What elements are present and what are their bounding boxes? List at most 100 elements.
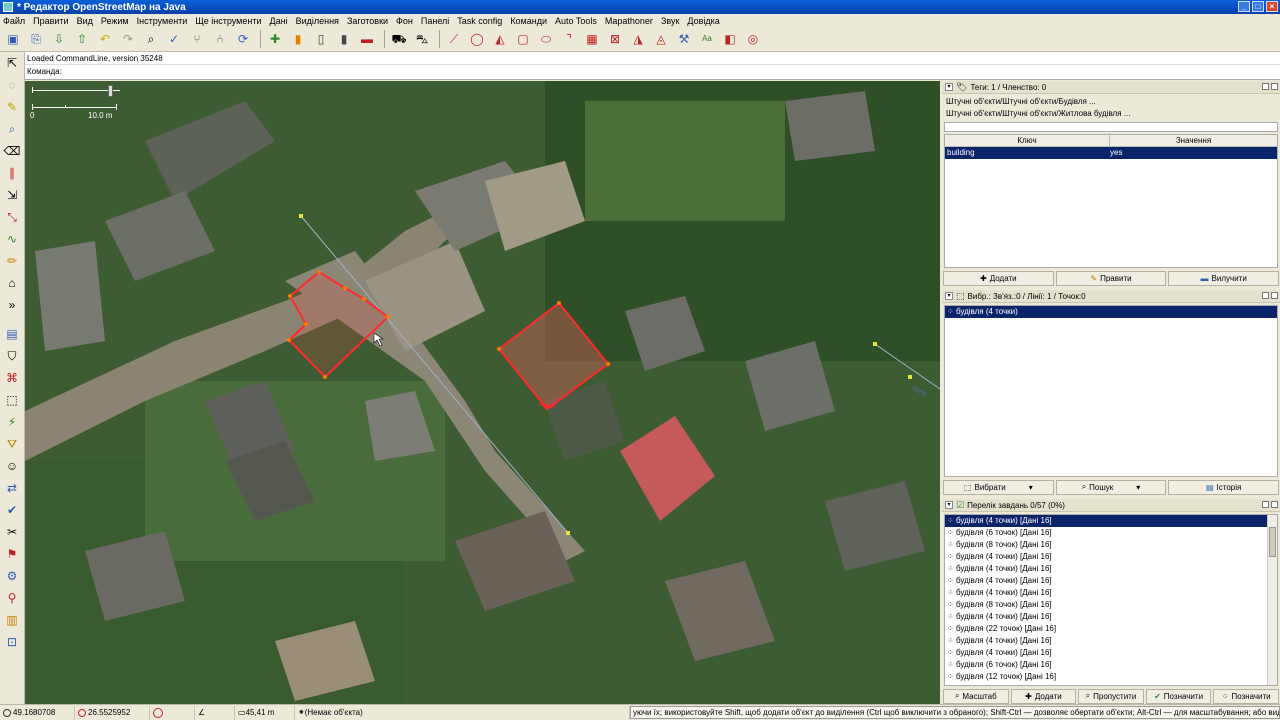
todo-scrollbar[interactable] (1267, 515, 1277, 685)
open-file-icon[interactable]: ⎘ (26, 29, 46, 49)
minimap-icon[interactable]: ⊡ (2, 632, 22, 652)
list-item[interactable]: ⁘ будівля (12 точок) [Дані 16] (945, 671, 1277, 683)
add-tag-button[interactable]: ✚ Додати (943, 270, 1054, 286)
corner-icon[interactable]: ⌝ (559, 29, 579, 49)
menu-selection[interactable]: Виділення (296, 16, 339, 26)
menu-more-tools[interactable]: Ще інструменти (195, 16, 261, 26)
maximize-button[interactable]: □ (1252, 1, 1264, 12)
minimize-button[interactable]: _ (1238, 1, 1250, 12)
select-button[interactable]: ⬚ Вибрати ▾ (943, 479, 1054, 495)
zoom-button[interactable]: ⌕ Масштаб (943, 688, 1009, 704)
extrude-tool-icon[interactable]: ⇲ (2, 185, 22, 205)
menu-mapathoner[interactable]: Mapathoner (605, 16, 653, 26)
menu-help[interactable]: Довідка (687, 16, 719, 26)
close-panel-icon[interactable] (1271, 501, 1278, 508)
list-item[interactable]: ⁘ будівля (4 точки) [Дані 16] (945, 587, 1277, 599)
author-panel-icon[interactable]: ☺ (2, 456, 22, 476)
pencil-tool-icon[interactable]: ✏ (2, 251, 22, 271)
search-button[interactable]: ⌕ Пошук ▾ (1055, 479, 1167, 495)
preset-link[interactable]: Штучні об'єкти/Штучні об'єкти/Будівля ..… (944, 96, 1278, 108)
menu-file[interactable]: Файл (3, 16, 25, 26)
tag-filter-input[interactable] (944, 122, 1278, 132)
download-icon[interactable]: ⇩ (49, 29, 69, 49)
menu-commands[interactable]: Команди (510, 16, 547, 26)
relation-panel-icon[interactable]: ⌘ (2, 368, 22, 388)
tag-table[interactable]: Ключ Значення building yes (944, 134, 1278, 268)
list-item[interactable]: ⁘ будівля (4 точки) [Дані 16] (945, 515, 1277, 527)
select-tool-icon[interactable]: ⇱ (2, 53, 22, 73)
mirror-icon[interactable]: ◮ (628, 29, 648, 49)
collapse-toggle[interactable]: ▾ (945, 501, 953, 509)
collapse-toggle[interactable]: ▾ (945, 83, 953, 91)
pin-icon[interactable] (1262, 83, 1269, 90)
delete-tool-icon[interactable]: ⌫ (2, 141, 22, 161)
split-object-icon[interactable]: ◧ (720, 29, 740, 49)
list-item[interactable]: ⁘ будівля (8 точок) [Дані 16] (945, 599, 1277, 611)
notes-panel-icon[interactable]: ✂ (2, 522, 22, 542)
selection-list[interactable]: ⁘ будівля (4 точки) (944, 305, 1278, 477)
combine-way-icon[interactable]: ⑃ (210, 29, 230, 49)
mark-button[interactable]: ✔ Позначити (1145, 688, 1212, 704)
building-tool-icon[interactable]: ⌂ (2, 273, 22, 293)
redo-icon[interactable]: ↷ (118, 29, 138, 49)
command-input[interactable]: Команда: (25, 65, 1280, 78)
menu-task-config[interactable]: Task config (457, 16, 502, 26)
list-item[interactable]: ⁘ будівля (8 точок) [Дані 16] (945, 539, 1277, 551)
list-item[interactable]: ⁘ будівля (4 точки) (945, 306, 1277, 318)
list-item[interactable]: ⁘ будівля (22 точок) [Дані 16] (945, 623, 1277, 635)
barrier-icon[interactable]: ▬ (357, 29, 377, 49)
selection-panel-icon[interactable]: ⬚ (2, 390, 22, 410)
menu-view[interactable]: Вид (77, 16, 93, 26)
layers-panel-icon[interactable]: ▤ (2, 324, 22, 344)
more-tools-icon[interactable]: » (2, 295, 22, 315)
map-pin-icon[interactable]: ⚲ (2, 588, 22, 608)
list-item[interactable]: ⁘ будівля (4 точки) [Дані 16] (945, 647, 1277, 659)
menu-tools[interactable]: Інструменти (137, 16, 188, 26)
zoom-tool-icon[interactable]: ⌕ (2, 119, 22, 139)
preset-link[interactable]: Штучні об'єкти/Штучні об'єкти/Житлова бу… (944, 108, 1278, 120)
add-node-icon[interactable]: ✚ (265, 29, 285, 49)
lasso-icon[interactable]: ◌ (2, 75, 22, 95)
align-icon[interactable]: ◭ (490, 29, 510, 49)
curve-tool-icon[interactable]: ∿ (2, 229, 22, 249)
cross-box-icon[interactable]: ⊠ (605, 29, 625, 49)
orthogonal-icon[interactable]: ▢ (513, 29, 533, 49)
tag-key[interactable]: building (945, 147, 1110, 159)
conflict-panel-icon[interactable]: ⚡ (2, 412, 22, 432)
bus-icon[interactable]: ⛍ (412, 29, 432, 49)
pin-icon[interactable] (1262, 501, 1269, 508)
close-button[interactable]: × (1266, 1, 1278, 12)
menu-mode[interactable]: Режим (101, 16, 129, 26)
column-key[interactable]: Ключ (945, 135, 1110, 146)
changeset-panel-icon[interactable]: ⇄ (2, 478, 22, 498)
filter-panel-icon[interactable]: ⛛ (2, 434, 22, 454)
list-item[interactable]: ⁘ будівля (6 точок) [Дані 16] (945, 659, 1277, 671)
commands-panel-icon[interactable]: ⚙ (2, 566, 22, 586)
search-icon[interactable]: ⌕ (141, 29, 161, 49)
column-value[interactable]: Значення (1110, 135, 1277, 146)
validation-panel-icon[interactable]: ✔ (2, 500, 22, 520)
street-lamp-icon[interactable]: ▯ (311, 29, 331, 49)
mark-more-button[interactable]: ⁘ Позначити (1213, 688, 1279, 704)
transliterate-icon[interactable]: Aa (697, 29, 717, 49)
new-layer-icon[interactable]: ▣ (3, 29, 23, 49)
undo-icon[interactable]: ↶ (95, 29, 115, 49)
list-item[interactable]: ⁘ будівля (4 точки) [Дані 16] (945, 551, 1277, 563)
draw-tool-icon[interactable]: ✎ (2, 97, 22, 117)
todo-list[interactable]: ⁘ будівля (4 точки) [Дані 16] ⁘ будівля … (944, 514, 1278, 686)
upload-icon[interactable]: ⇧ (72, 29, 92, 49)
add-todo-button[interactable]: ✚ Додати (1010, 688, 1077, 704)
terrace-icon[interactable]: ◬ (651, 29, 671, 49)
traffic-light-icon[interactable]: ▮ (288, 29, 308, 49)
map-view[interactable]: поля 0 10.0 m (25, 81, 940, 704)
validate-icon[interactable]: ✓ (164, 29, 184, 49)
edit-tag-button[interactable]: ✎ Правити (1055, 270, 1167, 286)
zoom-slider-handle[interactable] (108, 85, 113, 97)
tags-panel-icon[interactable]: ⛉ (2, 346, 22, 366)
list-item[interactable]: ⁘ будівля (4 точки) [Дані 16] (945, 611, 1277, 623)
menu-presets[interactable]: Заготовки (347, 16, 388, 26)
history-panel-icon[interactable]: ⚑ (2, 544, 22, 564)
merge-icon[interactable]: ◎ (743, 29, 763, 49)
selection-panel-header[interactable]: ▾ ⬚ Вибр.: Зв'яз.:0 / Лінії: 1 / Точок:0 (942, 290, 1280, 303)
tags-panel-header[interactable]: ▾ 🏷 Теги: 1 / Членство: 0 (942, 81, 1280, 94)
